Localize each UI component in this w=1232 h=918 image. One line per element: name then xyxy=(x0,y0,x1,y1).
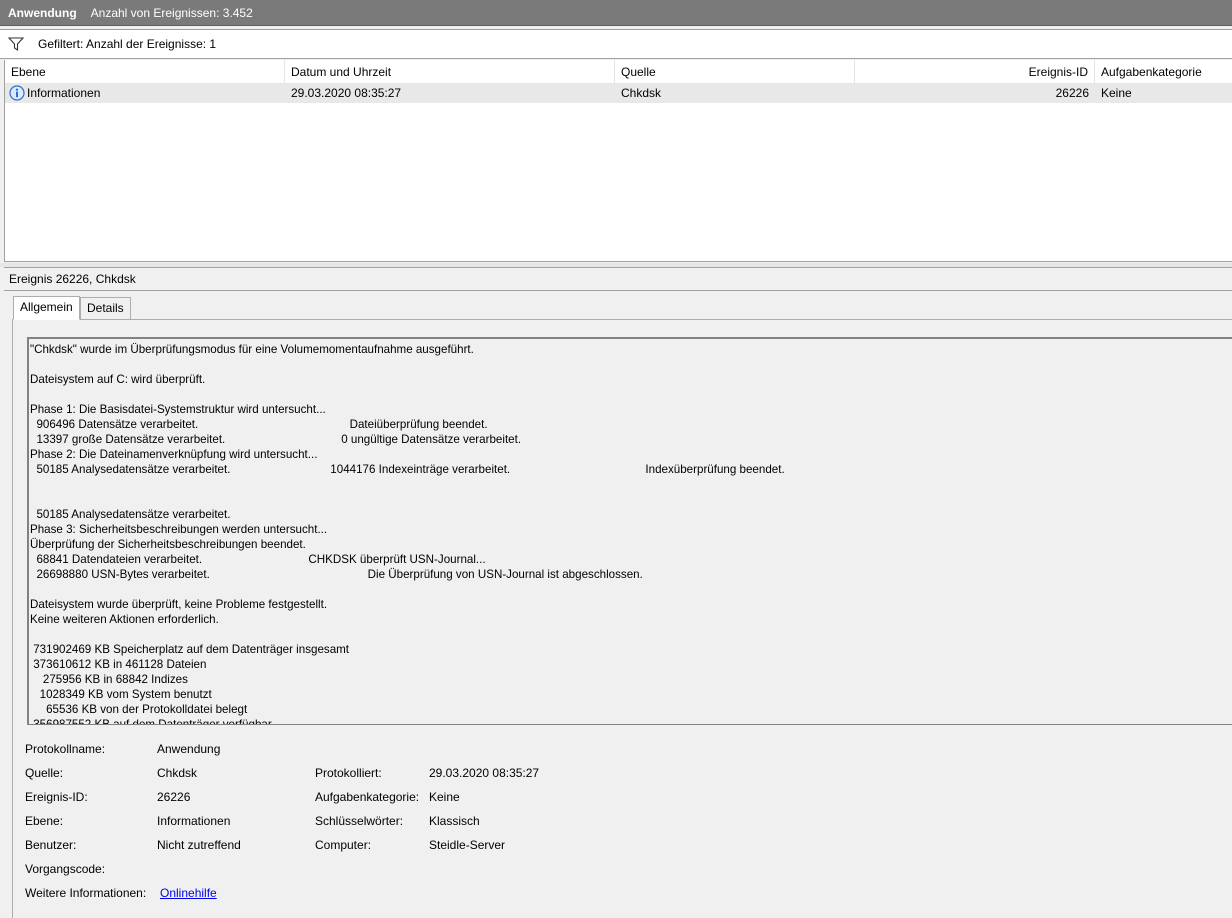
column-header-datetime[interactable]: Datum und Uhrzeit xyxy=(285,60,615,84)
prop-value-category: Keine xyxy=(429,790,460,804)
event-message[interactable]: "Chkdsk" wurde im Überprüfungsmodus für … xyxy=(27,337,1232,725)
prop-value-event-id: 26226 xyxy=(157,790,191,804)
filter-icon[interactable] xyxy=(8,36,24,52)
prop-value-log-name: Anwendung xyxy=(157,742,221,756)
event-list-header: Ebene Datum und Uhrzeit Quelle Ereignis-… xyxy=(5,60,1232,84)
row-datetime: 29.03.2020 08:35:27 xyxy=(291,86,402,100)
prop-label-log-name: Protokollname: xyxy=(25,742,106,756)
column-header-category[interactable]: Aufgabenkategorie xyxy=(1095,60,1232,84)
table-row[interactable]: Informationen 29.03.2020 08:35:27 Chkdsk… xyxy=(5,84,1232,103)
prop-value-logged: 29.03.2020 08:35:27 xyxy=(429,766,540,780)
online-help-link[interactable]: Onlinehilfe xyxy=(160,885,217,901)
prop-label-computer: Computer: xyxy=(315,838,372,852)
prop-value-computer: Steidle-Server xyxy=(429,838,506,852)
tab-general[interactable]: Allgemein xyxy=(13,296,80,320)
prop-value-level: Informationen xyxy=(157,814,231,828)
prop-label-user: Benutzer: xyxy=(25,838,77,852)
event-list: Ebene Datum und Uhrzeit Quelle Ereignis-… xyxy=(4,60,1232,262)
prop-label-level: Ebene: xyxy=(25,814,64,828)
prop-label-category: Aufgabenkategorie: xyxy=(315,790,420,804)
prop-label-more-info: Weitere Informationen: xyxy=(25,886,147,900)
filter-bar: Gefiltert: Anzahl der Ereignisse: 1 xyxy=(0,29,1232,59)
event-count: Anzahl von Ereignissen: 3.452 xyxy=(90,5,253,20)
prop-label-opcode: Vorgangscode: xyxy=(25,862,106,876)
row-source: Chkdsk xyxy=(621,86,662,100)
column-header-event-id[interactable]: Ereignis-ID xyxy=(855,60,1095,84)
row-event-id: 26226 xyxy=(1055,86,1089,100)
filter-label: Gefiltert: Anzahl der Ereignisse: 1 xyxy=(38,37,217,51)
log-titlebar: Anwendung Anzahl von Ereignissen: 3.452 xyxy=(0,0,1232,26)
column-header-level[interactable]: Ebene xyxy=(5,60,285,84)
prop-label-keywords: Schlüsselwörter: xyxy=(315,814,404,828)
log-name: Anwendung xyxy=(8,5,77,20)
prop-label-logged: Protokolliert: xyxy=(315,766,382,780)
row-level: Informationen xyxy=(27,86,101,100)
detail-title: Ereignis 26226, Chkdsk xyxy=(4,267,1232,291)
column-header-source[interactable]: Quelle xyxy=(615,60,855,84)
prop-value-user: Nicht zutreffend xyxy=(157,838,241,852)
row-category: Keine xyxy=(1101,86,1132,100)
prop-value-source: Chkdsk xyxy=(157,766,198,780)
prop-label-source: Quelle: xyxy=(25,766,64,780)
prop-value-keywords: Klassisch xyxy=(429,814,480,828)
tab-details[interactable]: Details xyxy=(80,297,131,320)
prop-label-event-id: Ereignis-ID: xyxy=(25,790,88,804)
